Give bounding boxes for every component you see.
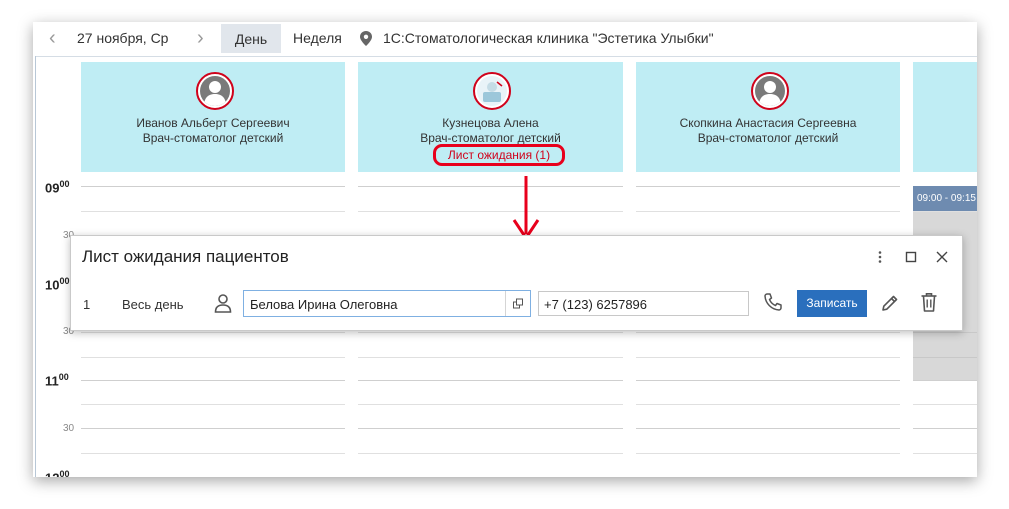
- doctor-photo-icon: [477, 76, 507, 106]
- grid-line-half: [358, 428, 623, 429]
- open-card-icon: [513, 298, 523, 309]
- phone-number: +7 (123) 6257896: [544, 297, 648, 312]
- schedule-left-border: [35, 56, 36, 477]
- grid-line-hour: [358, 186, 623, 187]
- row-number: 1: [83, 297, 91, 312]
- more-menu-icon[interactable]: [873, 250, 887, 264]
- minute-value: 00: [58, 372, 69, 382]
- grid-line-hour: [358, 380, 623, 381]
- grid-line-minor: [81, 357, 345, 358]
- person-icon: [214, 294, 232, 313]
- minute-label: 30: [63, 423, 75, 434]
- person-silhouette-icon: [200, 76, 230, 106]
- delete-trash-icon[interactable]: [920, 292, 938, 313]
- minute-value: 00: [59, 469, 70, 477]
- grid-line-minor: [636, 404, 900, 405]
- phone-icon[interactable]: [763, 292, 783, 312]
- doctor-role: Врач-стоматолог детский: [420, 131, 561, 145]
- open-patient-button[interactable]: [505, 291, 530, 316]
- appointment-time[interactable]: 09:00 - 09:15: [913, 186, 977, 212]
- date-label: 27 ноября, Ср: [77, 30, 169, 46]
- hour-value: 10: [45, 277, 60, 293]
- hour-label: 0900: [45, 179, 69, 195]
- grid-line-minor: [358, 404, 623, 405]
- grid-line-minor: [358, 453, 623, 454]
- grid-line-minor: [913, 404, 977, 405]
- next-day-arrow-icon[interactable]: ›: [197, 28, 204, 48]
- doctor-avatar: [751, 72, 789, 110]
- grid-line-minor: [636, 211, 900, 212]
- grid-line-minor: [81, 404, 345, 405]
- location-pin-icon: [360, 31, 372, 46]
- toolbar: ‹ 27 ноября, Ср › День Неделя 1С:Стомато…: [33, 22, 977, 56]
- grid-line-hour: [81, 380, 345, 381]
- annotation-arrow-icon: [512, 176, 540, 240]
- hour-label: 1200: [45, 469, 69, 477]
- prev-day-arrow-icon[interactable]: ‹: [49, 28, 56, 48]
- grid-line-hour: [913, 380, 977, 381]
- grid-line-minor: [913, 332, 977, 333]
- close-icon[interactable]: [935, 250, 949, 264]
- doctor-avatar: [196, 72, 234, 110]
- doctor-card[interactable]: Скопкина Анастасия Сергеевна Врач-стомат…: [636, 62, 900, 172]
- grid-line-minor: [81, 332, 345, 333]
- phone-input[interactable]: +7 (123) 6257896: [538, 291, 749, 316]
- edit-pencil-icon[interactable]: [880, 293, 900, 313]
- doctor-name: Иванов Альберт Сергеевич: [136, 116, 290, 130]
- grid-line-half: [913, 428, 977, 429]
- record-button[interactable]: Записать: [797, 290, 867, 317]
- minute-value: 00: [59, 179, 70, 189]
- waitlist-dialog: Лист ожидания пациентов 1 Весь день Бело…: [70, 235, 963, 331]
- doctor-avatar: [473, 72, 511, 110]
- waitlist-link[interactable]: Лист ожидания (1): [433, 144, 565, 166]
- grid-line-minor: [913, 357, 977, 358]
- doctor-card[interactable]: Иванов Альберт Сергеевич Врач-стоматолог…: [81, 62, 345, 172]
- doctor-role: Врач-стоматолог детский: [697, 131, 839, 145]
- grid-line-hour: [636, 380, 900, 381]
- grid-line-minor: [636, 332, 900, 333]
- doctor-role: Врач-стоматолог детский: [142, 131, 284, 145]
- minute-value: 00: [59, 276, 70, 286]
- patient-input[interactable]: Белова Ирина Олеговна: [243, 290, 531, 317]
- tab-week[interactable]: Неделя: [293, 30, 342, 46]
- hour-label: 1100: [45, 372, 69, 388]
- tab-day[interactable]: День: [221, 24, 281, 53]
- hour-label: 1000: [45, 276, 69, 292]
- calendar-window: ‹ 27 ноября, Ср › День Неделя 1С:Стомато…: [33, 22, 977, 477]
- grid-line-half: [81, 428, 345, 429]
- patient-name: Белова Ирина Олеговна: [250, 297, 398, 312]
- row-time: Весь день: [122, 297, 184, 312]
- doctor-name: Скопкина Анастасия Сергеевна: [679, 116, 857, 130]
- grid-line-minor: [636, 453, 900, 454]
- doctor-card-partial[interactable]: [913, 62, 977, 172]
- hour-value: 12: [45, 470, 59, 477]
- maximize-icon[interactable]: [904, 250, 918, 264]
- hour-value: 09: [45, 180, 60, 196]
- schedule-top-divider: [35, 56, 977, 57]
- grid-line-minor: [913, 211, 977, 212]
- doctor-name: Кузнецова Алена: [442, 116, 539, 130]
- grid-line-minor: [913, 453, 977, 454]
- grid-line-minor: [358, 211, 623, 212]
- grid-line-hour: [81, 186, 345, 187]
- grid-line-minor: [636, 357, 900, 358]
- grid-line-minor: [358, 332, 623, 333]
- person-silhouette-icon: [755, 76, 785, 106]
- grid-line-minor: [358, 357, 623, 358]
- grid-line-minor: [81, 211, 345, 212]
- clinic-name[interactable]: 1С:Стоматологическая клиника "Эстетика У…: [383, 30, 714, 46]
- grid-line-hour: [636, 186, 900, 187]
- dialog-title: Лист ожидания пациентов: [82, 247, 289, 266]
- grid-line-minor: [81, 453, 345, 454]
- hour-value: 11: [45, 373, 59, 389]
- grid-line-half: [636, 428, 900, 429]
